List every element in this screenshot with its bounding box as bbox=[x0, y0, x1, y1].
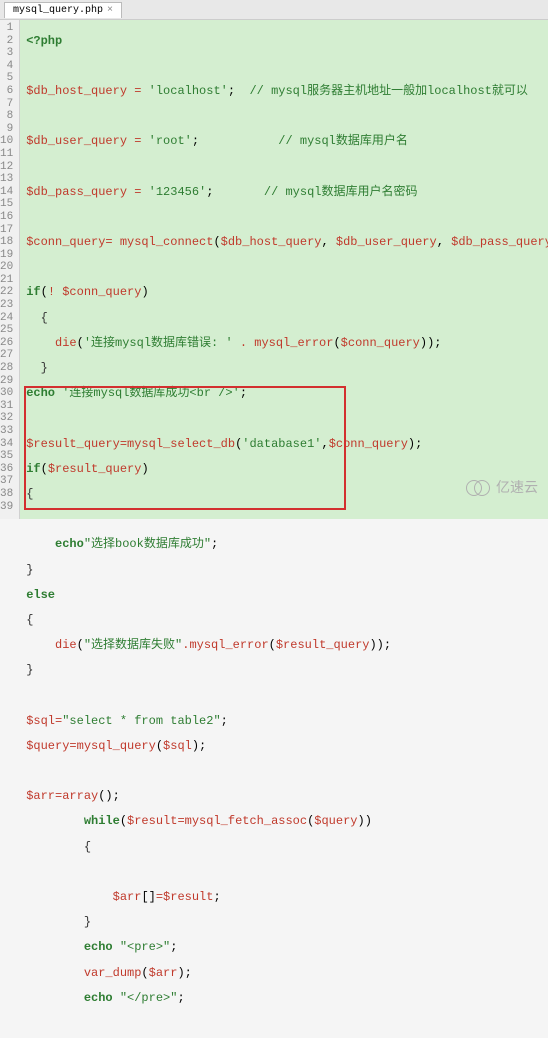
line-number: 10 bbox=[0, 135, 13, 148]
line-number: 9 bbox=[0, 123, 13, 136]
code-area[interactable]: <?php $db_host_query = 'localhost'; // m… bbox=[20, 20, 548, 519]
line-number: 27 bbox=[0, 349, 13, 362]
php-open: <?php bbox=[26, 34, 62, 48]
line-number: 2 bbox=[0, 35, 13, 48]
comment: // mysql服务器主机地址一般加localhost就可以 bbox=[235, 84, 528, 98]
line-number: 6 bbox=[0, 85, 13, 98]
line-number: 25 bbox=[0, 324, 13, 337]
line-number: 24 bbox=[0, 312, 13, 325]
close-icon[interactable]: × bbox=[107, 5, 113, 16]
line-number: 23 bbox=[0, 299, 13, 312]
line-number: 20 bbox=[0, 261, 13, 274]
line-number: 1 bbox=[0, 22, 13, 35]
line-number: 34 bbox=[0, 438, 13, 451]
line-number: 29 bbox=[0, 375, 13, 388]
line-number: 36 bbox=[0, 463, 13, 476]
line-number: 16 bbox=[0, 211, 13, 224]
line-number: 19 bbox=[0, 249, 13, 262]
line-number: 21 bbox=[0, 274, 13, 287]
tab-filename: mysql_query.php bbox=[13, 5, 103, 16]
line-number: 4 bbox=[0, 60, 13, 73]
line-number: 12 bbox=[0, 161, 13, 174]
line-number: 30 bbox=[0, 387, 13, 400]
line-number: 3 bbox=[0, 47, 13, 60]
line-number: 38 bbox=[0, 488, 13, 501]
line-number: 14 bbox=[0, 186, 13, 199]
code-editor: 1234567891011121314151617181920212223242… bbox=[0, 20, 548, 519]
line-number: 32 bbox=[0, 412, 13, 425]
line-number: 22 bbox=[0, 286, 13, 299]
line-number: 39 bbox=[0, 501, 13, 514]
var: $db_host_query bbox=[26, 84, 127, 98]
line-number: 13 bbox=[0, 173, 13, 186]
line-number: 37 bbox=[0, 475, 13, 488]
line-number: 28 bbox=[0, 362, 13, 375]
tab-bar: mysql_query.php × bbox=[0, 0, 548, 20]
line-number: 31 bbox=[0, 400, 13, 413]
line-number: 15 bbox=[0, 198, 13, 211]
file-tab[interactable]: mysql_query.php × bbox=[4, 2, 122, 18]
line-number: 5 bbox=[0, 72, 13, 85]
line-number: 18 bbox=[0, 236, 13, 249]
line-number: 26 bbox=[0, 337, 13, 350]
line-number: 33 bbox=[0, 425, 13, 438]
line-number: 8 bbox=[0, 110, 13, 123]
line-number: 17 bbox=[0, 224, 13, 237]
line-number: 11 bbox=[0, 148, 13, 161]
line-number: 35 bbox=[0, 450, 13, 463]
line-number: 7 bbox=[0, 98, 13, 111]
line-gutter: 1234567891011121314151617181920212223242… bbox=[0, 20, 20, 519]
